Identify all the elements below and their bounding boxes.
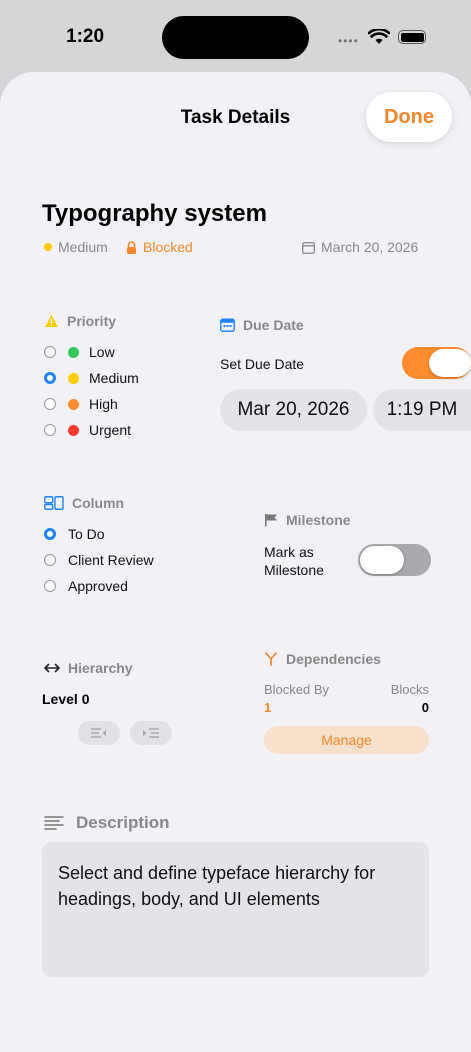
manage-dependencies-button[interactable]: Manage — [264, 726, 429, 754]
milestone-label: Mark as Milestone — [264, 544, 324, 578]
column-option-client-review[interactable]: Client Review — [44, 552, 154, 568]
priority-option-high[interactable]: High — [44, 396, 118, 412]
radio-button[interactable] — [44, 580, 56, 592]
priority-section-title: Priority — [44, 313, 116, 329]
dynamic-island — [162, 16, 309, 59]
time-picker[interactable]: 1:19 PM — [373, 389, 471, 431]
radio-button[interactable] — [44, 528, 56, 540]
due-date-toggle[interactable] — [402, 347, 471, 379]
blocked-by-count: 1 — [264, 700, 272, 715]
blocked-by-label: Blocked By — [264, 682, 330, 697]
done-button[interactable]: Done — [366, 92, 452, 142]
signal-dots-icon: •••• — [338, 34, 359, 48]
radio-button[interactable] — [44, 398, 56, 410]
column-section-title: Column — [44, 495, 124, 511]
priority-dot-icon — [44, 243, 52, 251]
blocks-count: 0 — [421, 700, 429, 715]
column-option-to-do[interactable]: To Do — [44, 526, 105, 542]
priority-dot-icon — [68, 372, 79, 384]
hierarchy-section-title: Hierarchy — [44, 660, 133, 676]
column-option-approved[interactable]: Approved — [44, 578, 128, 594]
outdent-button[interactable] — [78, 721, 120, 745]
arrows-horizontal-icon — [44, 663, 60, 673]
date-picker[interactable]: Mar 20, 2026 — [220, 389, 367, 431]
hierarchy-level: Level 0 — [42, 691, 90, 707]
priority-dot-icon — [68, 346, 79, 358]
radio-button[interactable] — [44, 372, 56, 384]
due-date-section-title: Due Date — [220, 317, 304, 333]
priority-badge: Medium — [44, 239, 108, 255]
indent-icon — [143, 728, 159, 738]
warning-icon — [45, 315, 58, 327]
priority-option-medium[interactable]: Medium — [44, 370, 139, 386]
columns-icon — [44, 496, 64, 510]
text-lines-icon — [44, 816, 64, 830]
wifi-icon — [368, 29, 390, 44]
radio-button[interactable] — [44, 554, 56, 566]
set-due-date-label: Set Due Date — [220, 356, 305, 372]
description-section-title: Description — [44, 813, 170, 833]
radio-button[interactable] — [44, 346, 56, 358]
priority-option-urgent[interactable]: Urgent — [44, 422, 131, 438]
radio-button[interactable] — [44, 424, 56, 436]
due-date-badge: March 20, 2026 — [302, 239, 418, 255]
milestone-toggle[interactable] — [358, 544, 431, 576]
description-textarea[interactable]: Select and define typeface hierarchy for… — [42, 842, 429, 977]
status-badge: Blocked — [126, 239, 193, 255]
flag-icon — [265, 514, 277, 527]
calendar-icon — [302, 241, 315, 254]
battery-icon — [398, 30, 426, 44]
blocks-label: Blocks — [390, 682, 429, 697]
priority-option-low[interactable]: Low — [44, 344, 115, 360]
dependencies-section-title: Dependencies — [264, 651, 381, 667]
milestone-section-title: Milestone — [264, 512, 351, 528]
priority-dot-icon — [68, 424, 79, 436]
merge-icon — [265, 652, 277, 666]
priority-dot-icon — [68, 398, 79, 410]
lock-icon — [127, 240, 136, 254]
calendar-icon — [220, 318, 235, 332]
task-title: Typography system — [42, 200, 267, 227]
status-time: 1:20 — [66, 26, 105, 47]
indent-button[interactable] — [130, 721, 172, 745]
outdent-icon — [91, 728, 106, 738]
